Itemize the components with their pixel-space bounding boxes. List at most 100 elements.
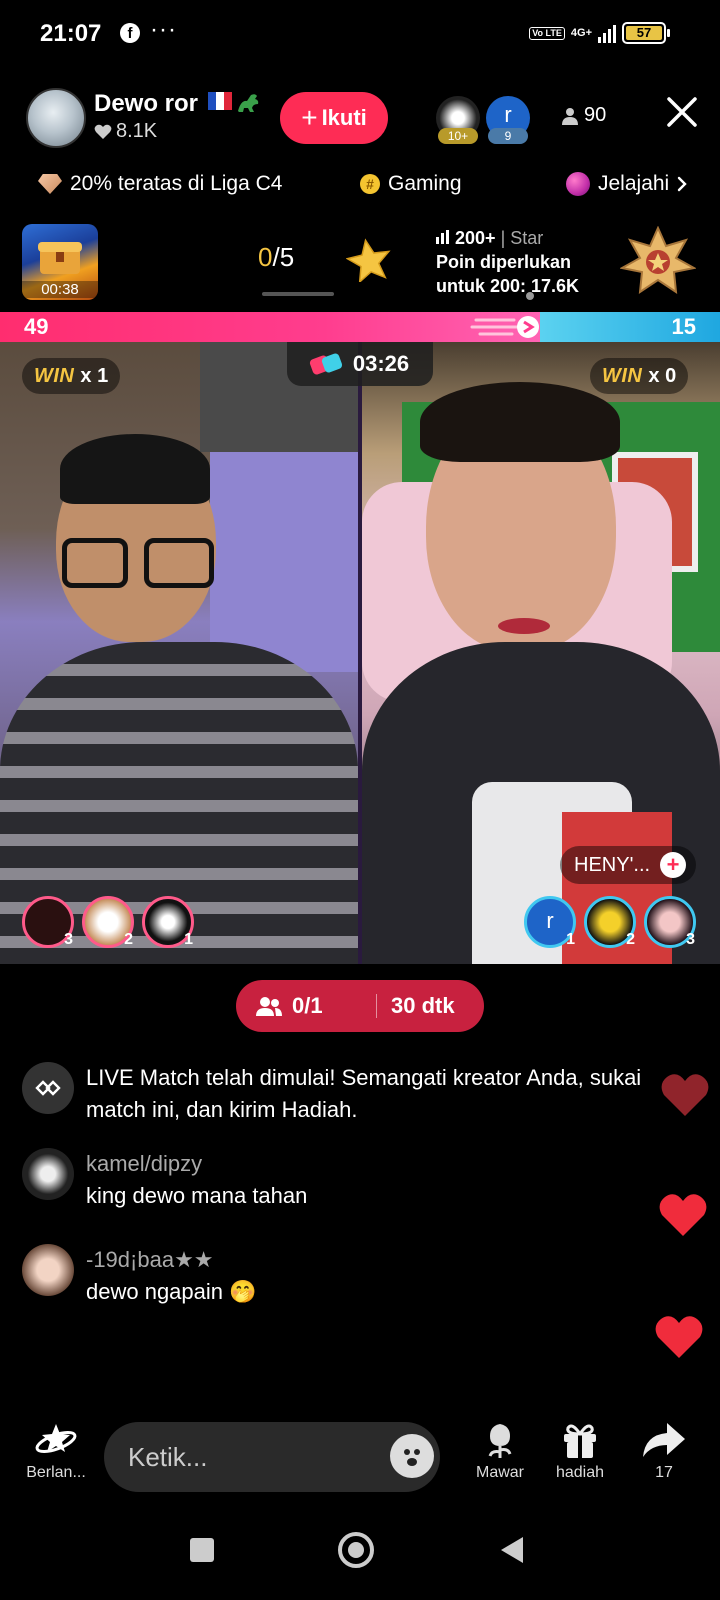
host-supporters: 3 2 1 bbox=[22, 896, 194, 948]
planet-icon bbox=[566, 172, 590, 196]
category-chip[interactable]: # Gaming bbox=[360, 172, 462, 196]
guest-supporter-1[interactable]: r1 bbox=[524, 896, 576, 948]
host-win-label: WIN bbox=[34, 364, 75, 387]
top-viewer-2[interactable]: r 9 bbox=[486, 96, 530, 144]
gaming-icon: # bbox=[360, 174, 380, 194]
guest-supporter-2[interactable]: 2 bbox=[584, 896, 636, 948]
guest-supporters: r1 2 3 bbox=[524, 896, 696, 948]
emoji-button[interactable] bbox=[390, 1434, 434, 1478]
league-chip[interactable]: 20% teratas di Liga C4 bbox=[38, 172, 282, 196]
guest-supporter-2-rank: 2 bbox=[626, 931, 635, 948]
top-viewer-2-badge: 9 bbox=[488, 128, 528, 144]
team-members: 0/1 bbox=[236, 993, 376, 1019]
rank-points: 200+ bbox=[455, 228, 496, 248]
host-name[interactable]: Dewo ror bbox=[94, 90, 198, 118]
host-avatar[interactable] bbox=[26, 88, 86, 148]
follow-guest-plus-icon[interactable]: + bbox=[660, 852, 687, 878]
host-supporter-2-rank: 2 bbox=[124, 931, 133, 948]
status-time: 21:07 bbox=[40, 20, 102, 47]
rank-line-2: Poin diperlukan bbox=[436, 252, 572, 272]
chat-username[interactable]: kamel/dipzy bbox=[86, 1148, 307, 1180]
explore-tool-label: Berlan... bbox=[26, 1464, 86, 1481]
rank-star-label: | Star bbox=[500, 228, 544, 248]
streak-icon bbox=[470, 316, 539, 338]
share-arrow-icon bbox=[624, 1418, 704, 1462]
chat-avatar bbox=[22, 1148, 74, 1200]
info-chips: 20% teratas di Liga C4 # Gaming Jelajahi bbox=[0, 172, 720, 206]
chat-message[interactable]: LIVE Match telah dimulai! Semangati krea… bbox=[22, 1062, 662, 1126]
rose-icon bbox=[460, 1418, 540, 1462]
host-supporter-2[interactable]: 2 bbox=[82, 896, 134, 948]
guest-lips bbox=[498, 618, 550, 634]
guest-supporter-3-rank: 3 bbox=[686, 931, 695, 948]
square-icon bbox=[190, 1538, 214, 1562]
purple-wall bbox=[210, 452, 358, 672]
host-supporter-1[interactable]: 3 bbox=[22, 896, 74, 948]
chat-username[interactable]: -19d¡baa★★ bbox=[86, 1244, 257, 1276]
treasure-chest-icon bbox=[38, 242, 82, 274]
right-score: 15 bbox=[671, 314, 696, 339]
home-button[interactable] bbox=[336, 1530, 376, 1570]
host-header: Dewo ror 8.1K + Ikuti 10+ r 9 90 bbox=[0, 86, 720, 150]
plus-icon: + bbox=[301, 102, 318, 133]
bottom-toolbar: Berlan... Mawar hadiah 17 bbox=[0, 1418, 720, 1492]
category-label: Gaming bbox=[388, 172, 462, 195]
gift-tool[interactable]: hadiah bbox=[540, 1418, 620, 1482]
guest-supporter-1-rank: 1 bbox=[566, 931, 575, 948]
likes-count: 8.1K bbox=[116, 120, 158, 142]
gift-icon bbox=[540, 1418, 620, 1462]
chevron-right-icon bbox=[678, 176, 687, 192]
star-icon[interactable] bbox=[345, 238, 392, 284]
explore-label: Jelajahi bbox=[598, 172, 670, 195]
viewer-count[interactable]: 90 bbox=[562, 104, 606, 127]
heart-icon bbox=[94, 124, 112, 139]
floating-heart-icon bbox=[655, 1316, 703, 1358]
follow-label: Ikuti bbox=[321, 105, 367, 130]
chat-avatar bbox=[22, 1244, 74, 1296]
rose-tool[interactable]: Mawar bbox=[460, 1418, 540, 1482]
battle-score-bar: 49 15 bbox=[0, 312, 720, 342]
explore-tool[interactable]: Berlan... bbox=[16, 1418, 96, 1482]
team-members-count: 0/1 bbox=[292, 993, 323, 1018]
group-icon bbox=[256, 997, 282, 1016]
system-nav-bar bbox=[0, 1500, 720, 1600]
explore-chip[interactable]: Jelajahi bbox=[566, 172, 687, 196]
guest-name-tag[interactable]: HENY'... + bbox=[560, 846, 697, 884]
team-join-pill[interactable]: 0/1 30 dtk bbox=[236, 980, 484, 1032]
challenge-progress[interactable]: 0/5 bbox=[258, 242, 294, 273]
share-tool[interactable]: 17 bbox=[624, 1418, 704, 1482]
host-hair bbox=[60, 434, 210, 504]
close-icon bbox=[667, 97, 697, 127]
treasure-box-thumbnail[interactable]: 00:38 bbox=[22, 224, 98, 300]
close-button[interactable] bbox=[664, 96, 700, 132]
guest-win-count: x 0 bbox=[648, 364, 677, 387]
team-time: 30 dtk bbox=[391, 993, 455, 1018]
host-supporter-1-rank: 3 bbox=[64, 931, 73, 948]
chat-message[interactable]: -19d¡baa★★ dewo ngapain 🤭 bbox=[22, 1244, 662, 1308]
glasses-right bbox=[144, 538, 214, 588]
live-match-icon bbox=[35, 1080, 61, 1096]
host-supporter-3[interactable]: 1 bbox=[142, 896, 194, 948]
system-avatar bbox=[22, 1062, 74, 1114]
viewer-count-value: 90 bbox=[584, 104, 607, 126]
chat-message[interactable]: kamel/dipzy king dewo mana tahan bbox=[22, 1148, 662, 1212]
floating-heart-icon bbox=[661, 1074, 709, 1116]
guest-win-label: WIN bbox=[602, 364, 643, 387]
top-viewer-1[interactable]: 10+ bbox=[436, 96, 480, 144]
left-score: 49 bbox=[24, 314, 49, 339]
floating-heart-icon bbox=[659, 1194, 707, 1236]
rank-line-3: untuk 200: 17.6K bbox=[436, 276, 580, 296]
follow-button[interactable]: + Ikuti bbox=[280, 92, 388, 144]
status-bar: 21:07 f ··· Vo LTE 4G+ 57 bbox=[0, 0, 720, 70]
progress-done: 0 bbox=[258, 242, 273, 272]
guest-supporter-3[interactable]: 3 bbox=[644, 896, 696, 948]
host-video[interactable] bbox=[0, 342, 358, 964]
match-info: 00:38 0/5 200+ | Star Poin diperlukan un… bbox=[0, 222, 720, 302]
more-notifications-icon: ··· bbox=[150, 16, 177, 43]
recents-button[interactable] bbox=[182, 1530, 222, 1570]
rank-badge-icon[interactable] bbox=[619, 225, 697, 298]
rank-info[interactable]: 200+ | Star Poin diperlukan untuk 200: 1… bbox=[436, 226, 579, 298]
guest-hair bbox=[420, 382, 620, 462]
host-supporter-3-rank: 1 bbox=[184, 931, 193, 948]
back-button[interactable] bbox=[492, 1530, 532, 1570]
